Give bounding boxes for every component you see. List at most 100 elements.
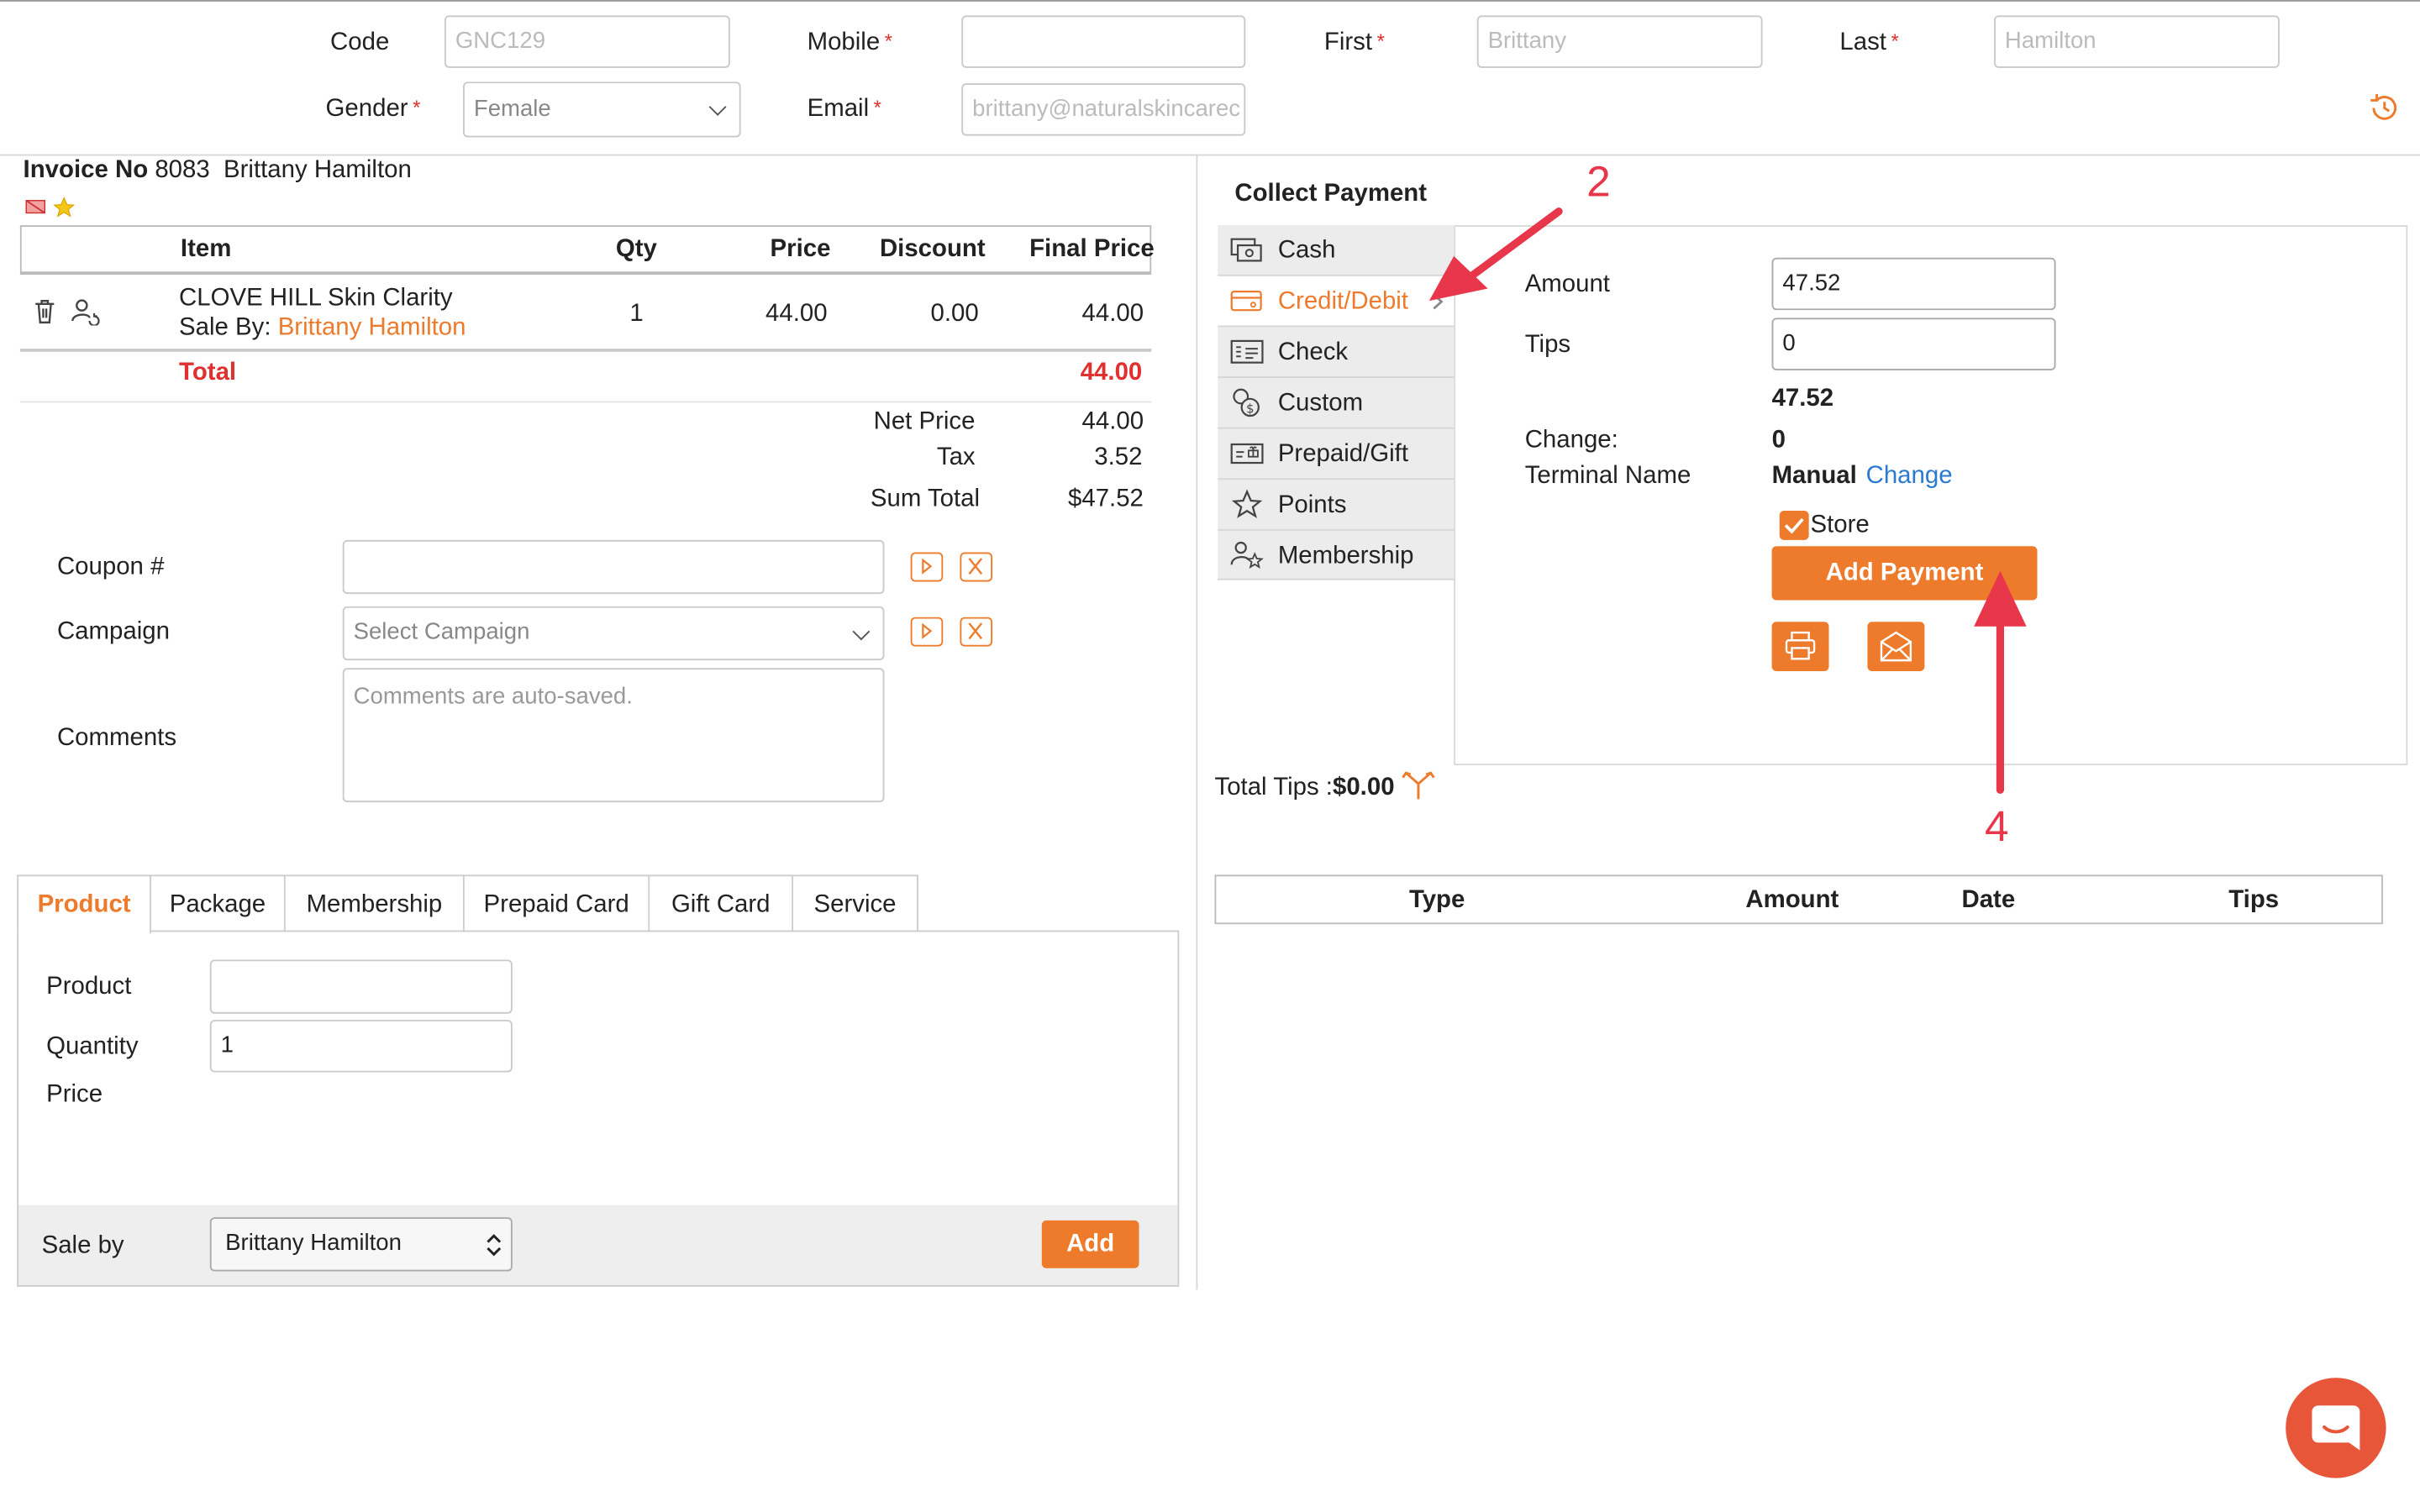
campaign-label: Campaign (56, 618, 170, 645)
clear-campaign-button[interactable] (960, 617, 993, 647)
annotation-label-4: 4 (1985, 802, 2009, 851)
comments-placeholder: Comments are auto-saved. (353, 683, 633, 710)
close-icon (968, 558, 983, 575)
payment-method-membership[interactable]: Membership (1218, 530, 1455, 580)
tips-input[interactable]: 0 (1771, 318, 2056, 370)
payment-method-check[interactable]: Check (1218, 327, 1455, 378)
checkmark-icon (1784, 517, 1804, 534)
play-icon (922, 558, 933, 575)
amount-input[interactable]: 47.52 (1771, 257, 2056, 311)
play-icon (922, 622, 933, 639)
payment-method-cash[interactable]: Cash (1218, 225, 1455, 276)
change-staff-icon[interactable] (71, 297, 102, 326)
email-label: Email * (807, 95, 881, 123)
tab-product[interactable]: Product (17, 874, 151, 934)
star-icon (53, 197, 76, 218)
annotation-arrow-4 (1974, 570, 2027, 794)
code-field[interactable]: GNC129 (444, 15, 730, 68)
clear-coupon-button[interactable] (960, 552, 993, 582)
item-qty: 1 (629, 301, 644, 328)
cash-icon (1230, 238, 1262, 262)
invoice-heading: Invoice No 8083 Brittany Hamilton (23, 157, 412, 184)
comments-textarea[interactable]: Comments are auto-saved. (342, 668, 885, 803)
tab-service[interactable]: Service (793, 874, 918, 932)
add-product-button[interactable]: Add (1041, 1220, 1139, 1268)
column-header-discount: Discount (879, 236, 986, 263)
first-name-label: First * (1323, 29, 1385, 56)
tips-label: Tips (1524, 331, 1571, 359)
coupon-input[interactable] (342, 539, 885, 595)
column-header-price: Price (770, 236, 831, 263)
tax-value: 3.52 (1094, 444, 1143, 471)
chat-launcher-button[interactable] (2286, 1378, 2386, 1478)
product-input[interactable] (209, 959, 513, 1014)
flag-icon (25, 200, 45, 214)
check-icon (1230, 339, 1264, 364)
tab-gift-card[interactable]: Gift Card (650, 874, 794, 932)
gender-select[interactable]: Female (463, 81, 741, 138)
campaign-select[interactable]: Select Campaign (342, 606, 885, 661)
payments-column-amount: Amount (1745, 887, 1839, 914)
payments-column-tips: Tips (2228, 887, 2280, 914)
sale-by-select[interactable]: Brittany Hamilton (209, 1217, 513, 1272)
svg-text:$: $ (1246, 402, 1254, 416)
payments-column-type: Type (1408, 887, 1465, 914)
column-header-item: Item (180, 236, 232, 263)
net-price-label: Net Price (873, 408, 976, 435)
tab-package[interactable]: Package (151, 874, 286, 932)
sale-by-staff-link[interactable]: Brittany Hamilton (278, 315, 466, 341)
email-receipt-button[interactable] (1867, 622, 1925, 671)
email-field[interactable]: brittany@naturalskincarec (961, 83, 1246, 136)
mobile-label: Mobile * (807, 29, 893, 56)
split-tips-icon[interactable] (1400, 769, 1437, 802)
envelope-icon (1880, 631, 1912, 662)
member-icon (1230, 541, 1264, 569)
quantity-input[interactable]: 1 (209, 1020, 513, 1073)
total-divider (19, 401, 1152, 403)
product-label: Product (46, 973, 132, 1000)
payment-method-credit-debit[interactable]: Credit/Debit (1218, 276, 1455, 328)
payment-total-value: 47.52 (1771, 386, 1834, 412)
coupon-label: Coupon # (56, 554, 165, 580)
chevron-down-icon (852, 622, 871, 640)
trash-icon[interactable] (33, 297, 57, 324)
collect-payment-title: Collect Payment (1234, 180, 1428, 207)
first-name-field[interactable]: Brittany (1476, 15, 1763, 68)
header-divider (0, 154, 2420, 156)
print-receipt-button[interactable] (1771, 622, 1829, 671)
chevron-down-icon (708, 98, 727, 116)
select-arrows-icon (487, 1234, 502, 1257)
net-price-value: 44.00 (1081, 408, 1144, 435)
printer-icon (1785, 631, 1816, 660)
payment-method-custom[interactable]: $ Custom (1218, 378, 1455, 429)
campaign-select-value: Select Campaign (353, 618, 530, 645)
item-sale-by: Sale By: Brittany Hamilton (179, 314, 466, 341)
last-name-field[interactable]: Hamilton (1994, 15, 2280, 68)
chat-icon (2312, 1405, 2360, 1451)
change-label: Change: (1524, 427, 1618, 454)
apply-campaign-button[interactable] (910, 617, 944, 647)
total-value: 44.00 (1080, 359, 1143, 386)
credit-card-icon (1230, 291, 1262, 312)
sum-total-label: Sum Total (870, 486, 981, 512)
tab-membership[interactable]: Membership (285, 874, 465, 932)
payment-method-prepaid-gift[interactable]: Prepaid/Gift (1218, 428, 1455, 480)
payments-column-date: Date (1961, 887, 2016, 914)
mobile-field[interactable] (961, 15, 1246, 68)
item-final-price: 44.00 (1081, 301, 1144, 328)
payment-method-points[interactable]: Points (1218, 480, 1455, 531)
terminal-change-link[interactable]: Change (1866, 463, 1953, 491)
sum-total-value: $47.52 (1068, 486, 1144, 512)
gender-select-value: Female (473, 95, 551, 123)
coins-icon: $ (1233, 388, 1260, 417)
column-header-final-price: Final Price (1029, 236, 1155, 263)
store-checkbox[interactable] (1779, 510, 1809, 540)
sale-by-select-value: Brittany Hamilton (225, 1229, 402, 1257)
comments-label: Comments (56, 725, 177, 752)
store-label: Store (1810, 512, 1870, 539)
column-header-qty: Qty (615, 236, 657, 263)
tab-prepaid-card[interactable]: Prepaid Card (464, 874, 650, 932)
history-icon[interactable] (2368, 91, 2402, 124)
apply-coupon-button[interactable] (910, 552, 944, 582)
gender-label: Gender * (325, 95, 421, 123)
